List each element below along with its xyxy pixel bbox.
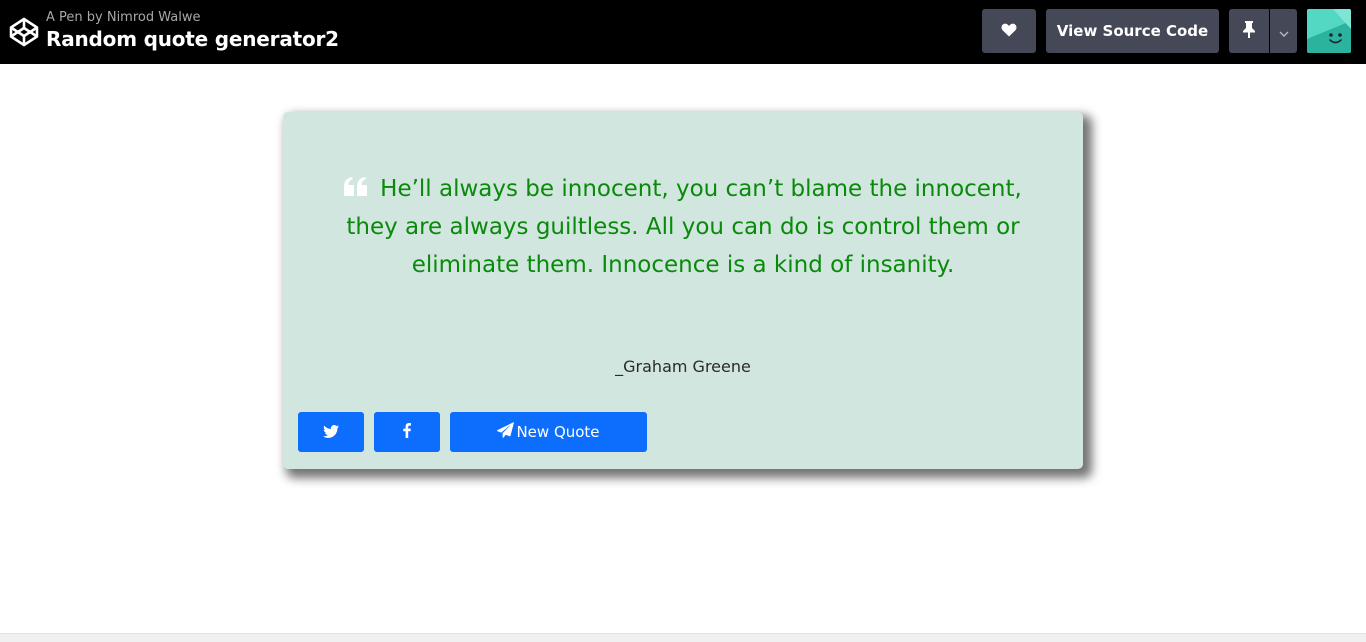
view-source-code-button[interactable]: View Source Code: [1046, 9, 1219, 53]
tweet-quote-button[interactable]: [298, 412, 364, 452]
codepen-logo-icon[interactable]: [8, 16, 40, 48]
user-avatar[interactable]: [1307, 9, 1351, 53]
twitter-icon: [323, 423, 339, 442]
pin-button[interactable]: [1229, 9, 1269, 53]
quote-container: He’ll always be innocent, you can’t blam…: [338, 170, 1028, 284]
heart-button[interactable]: [982, 9, 1036, 53]
facebook-share-button[interactable]: [374, 412, 440, 452]
new-quote-button[interactable]: New Quote: [450, 412, 647, 452]
facebook-icon: [403, 422, 411, 442]
new-quote-label: New Quote: [516, 423, 600, 441]
pen-title: Random quote generator2: [46, 27, 339, 51]
pin-dropdown-button[interactable]: [1270, 9, 1297, 53]
quote-text: He’ll always be innocent, you can’t blam…: [346, 176, 1022, 278]
paper-plane-icon: [497, 422, 516, 442]
heart-icon: [1001, 22, 1017, 41]
pin-icon: [1243, 20, 1255, 42]
pen-author-byline[interactable]: A Pen by Nimrod Walwe: [46, 10, 200, 26]
codepen-header-bar: A Pen by Nimrod Walwe Random quote gener…: [0, 0, 1366, 64]
chevron-down-icon: [1279, 22, 1289, 41]
quote-left-icon: [344, 171, 368, 196]
quote-box: He’ll always be innocent, you can’t blam…: [283, 112, 1083, 469]
quote-author: _Graham Greene: [615, 357, 751, 376]
